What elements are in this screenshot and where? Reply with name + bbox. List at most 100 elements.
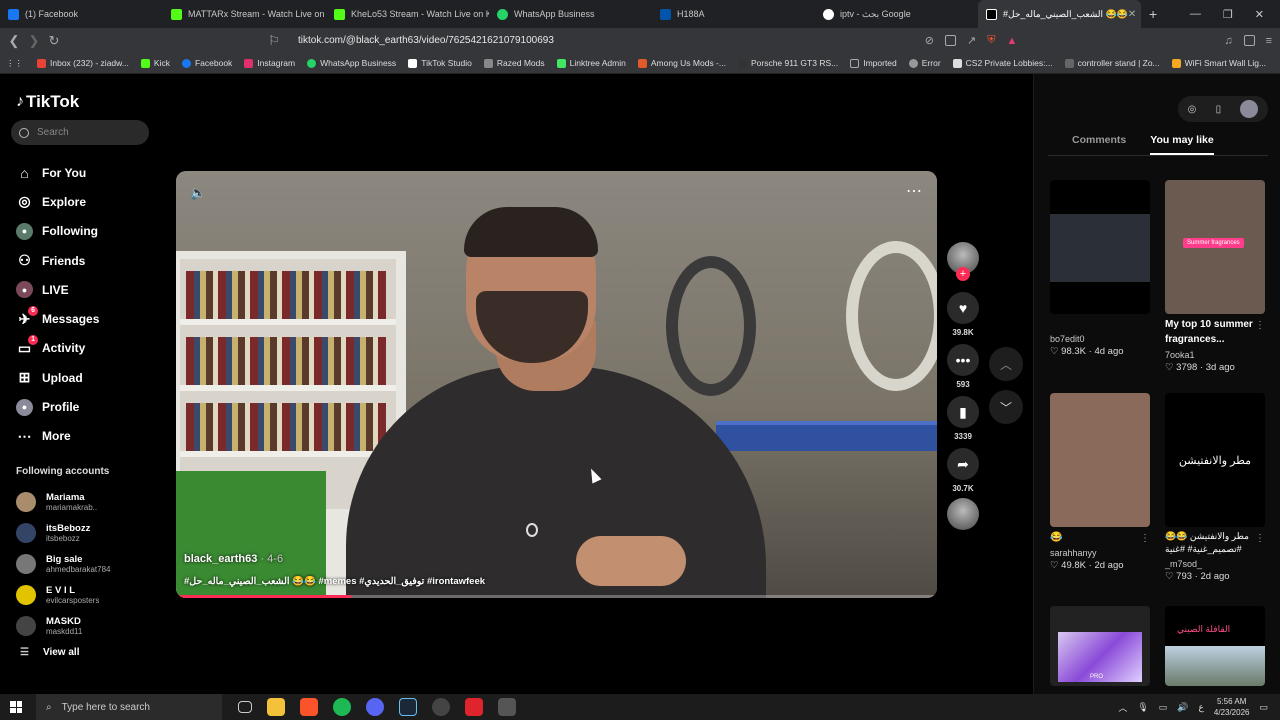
card-more-icon[interactable]: ⋮ [1140, 533, 1150, 544]
language-indicator[interactable]: ع [1199, 702, 1204, 713]
mic-icon[interactable]: 🎙 [1137, 702, 1148, 713]
bookmark-cs2[interactable]: CS2 Private Lobbies:... [952, 58, 1053, 68]
file-explorer-icon[interactable] [267, 698, 285, 716]
following-account[interactable]: E V I Levilcarsposters [16, 579, 111, 610]
bookmark-tiktok-studio[interactable]: TikTok Studio [408, 58, 472, 68]
brave-rewards-icon[interactable]: ▲ [1006, 35, 1017, 47]
app-icon[interactable] [498, 698, 516, 716]
explore-icon[interactable]: ◎ [1188, 104, 1197, 115]
nav-messages[interactable]: ✈ 6 Messages [16, 304, 99, 333]
previous-video-button[interactable]: ︿ [989, 347, 1023, 381]
notifications-icon[interactable]: ▭ [1259, 702, 1268, 713]
tab-comments[interactable]: Comments [1072, 134, 1126, 155]
system-clock[interactable]: 5:56 AM 4/23/2026 [1214, 696, 1250, 718]
search-input[interactable]: Search [11, 120, 149, 145]
nav-profile[interactable]: ● Profile [16, 392, 99, 421]
tab-facebook[interactable]: (1) Facebook [0, 0, 163, 28]
volume-icon[interactable]: 🔈 [190, 185, 206, 201]
suggested-video-card[interactable]: bo7edit0 ♡ 98.3K · 4d ago ⋮ [1050, 180, 1150, 437]
nav-activity[interactable]: ▭ 1 Activity [16, 334, 99, 363]
suggested-video-card[interactable]: 😂 sarahhanyy ♡ 49.8K · 2d ago ⋮ [1050, 393, 1150, 571]
suggested-video-card[interactable]: PRO [1050, 606, 1150, 686]
tiktok-logo[interactable]: ♪ TikTok [16, 92, 79, 112]
bookmark-linktree[interactable]: Linktree Admin [556, 58, 626, 68]
following-account[interactable]: itsBebozz itsbebozz [16, 518, 111, 549]
taskbar-search-input[interactable]: ⌕ Type here to search [36, 694, 222, 720]
app-icon[interactable] [465, 698, 483, 716]
network-icon[interactable]: ▭ [1159, 702, 1168, 713]
bookmark-whatsapp[interactable]: WhatsApp Business [307, 58, 396, 68]
bookmark-razed-mods[interactable]: Razed Mods [483, 58, 545, 68]
tab-tiktok-active[interactable]: #الشعب_الصيني_ماله_حل 😂😂 ✕ [978, 0, 1141, 28]
tab-mattarx[interactable]: MATTARx Stream - Watch Live on Kick [163, 0, 326, 28]
apps-icon[interactable]: ⋮⋮ [6, 58, 23, 69]
restore-icon[interactable]: ❐ [1223, 8, 1233, 21]
bookmark-error[interactable]: Error [908, 58, 941, 68]
bookmark-porsche[interactable]: Porsche 911 GT3 RS... [737, 58, 838, 68]
bookmark-kick[interactable]: Kick [140, 58, 170, 68]
device-icon[interactable]: ▯ [1216, 104, 1222, 115]
steam-icon[interactable] [399, 698, 417, 716]
tray-chevron-icon[interactable]: ︿ [1118, 701, 1127, 714]
creator-avatar[interactable]: + [946, 242, 980, 281]
suggested-video-card[interactable]: مطر والانفتيشن مطر والانفتيشن 😂😂 #تصميم_… [1165, 393, 1265, 582]
bookmark-gmail[interactable]: Inbox (232) - ziadw... [37, 58, 129, 68]
following-account[interactable]: Big sale ahmedbarakat784 [16, 549, 111, 580]
bookmark-wifi-light[interactable]: WiFi Smart Wall Lig... [1171, 58, 1266, 68]
video-more-icon[interactable]: ⋯ [906, 181, 923, 201]
tab-h188a[interactable]: H188A [652, 0, 815, 28]
card-more-icon[interactable]: ⋮ [1255, 320, 1265, 331]
sound-button[interactable] [946, 498, 980, 530]
share-button[interactable]: ➦ 30.7K [946, 448, 980, 493]
nav-live[interactable]: ● LIVE [16, 275, 99, 304]
back-icon[interactable]: ❮ [4, 33, 24, 49]
bookmark-among-us[interactable]: Among Us Mods -... [637, 58, 726, 68]
cast-off-icon[interactable]: ⊘ [925, 34, 934, 47]
bookmark-instagram[interactable]: Instagram [244, 58, 295, 68]
reload-icon[interactable]: ↻ [44, 33, 64, 49]
follow-plus-icon[interactable]: + [956, 267, 970, 281]
discord-icon[interactable] [366, 698, 384, 716]
like-button[interactable]: ♥ 39.8K [946, 292, 980, 337]
screenshot-icon[interactable] [944, 35, 956, 46]
menu-icon[interactable]: ≡ [1266, 35, 1272, 47]
app-icon[interactable] [432, 698, 450, 716]
nav-following[interactable]: ● Following [16, 217, 99, 246]
video-progress-bar[interactable] [176, 595, 937, 598]
close-tab-icon[interactable]: ✕ [1128, 9, 1136, 20]
next-video-button[interactable]: ﹀ [989, 390, 1023, 424]
bookmark-imported[interactable]: Imported [850, 58, 897, 68]
following-account[interactable]: Mariama mariamakrab.. [16, 487, 111, 518]
suggested-video-card[interactable]: القافلة الصيني [1165, 606, 1265, 686]
view-all-link[interactable]: ☰ View all [20, 647, 79, 658]
bookmark-page-icon[interactable]: ⚐ [264, 33, 284, 49]
spotify-icon[interactable] [333, 698, 351, 716]
bookmark-controller-stand[interactable]: controller stand | Zo... [1064, 58, 1160, 68]
tab-whatsapp[interactable]: WhatsApp Business [489, 0, 652, 28]
brave-browser-icon[interactable] [300, 698, 318, 716]
forward-icon[interactable]: ❯ [24, 33, 44, 49]
save-button[interactable]: ▮ 3339 [946, 396, 980, 441]
brave-shield-icon[interactable]: ⛨ [987, 34, 995, 47]
tab-khelo[interactable]: KheLo53 Stream - Watch Live on Kick [326, 0, 489, 28]
user-avatar[interactable] [1240, 100, 1259, 118]
nav-upload[interactable]: ⊞ Upload [16, 363, 99, 392]
share-icon[interactable]: ↗ [967, 34, 976, 47]
video-author[interactable]: black_earth63 · 4-6 [184, 553, 283, 565]
new-tab-button[interactable]: + [1141, 6, 1165, 22]
bookmark-facebook[interactable]: Facebook [181, 58, 232, 68]
comment-button[interactable]: ••• 593 [946, 344, 980, 389]
tab-google[interactable]: iptv - بحث Google [815, 0, 978, 28]
video-player[interactable]: 🔈 ⋯ black_earth63 · 4-6 #الشعب_الصيني_ما… [176, 171, 937, 598]
sidebar-toggle-icon[interactable] [1243, 35, 1255, 46]
speaker-icon[interactable]: 🔊 [1177, 702, 1188, 713]
media-icon[interactable]: ♫ [1224, 35, 1232, 47]
close-window-icon[interactable]: ✕ [1255, 8, 1264, 21]
following-account[interactable]: MASKD maskdd11 [16, 610, 111, 641]
nav-more[interactable]: ⋯ More [16, 422, 99, 451]
nav-explore[interactable]: ◎ Explore [16, 187, 99, 216]
minimize-icon[interactable]: — [1190, 8, 1201, 21]
card-more-icon[interactable]: ⋮ [1255, 533, 1265, 544]
suggested-video-card[interactable]: Summer fragrances My top 10 summer fragr… [1165, 180, 1265, 373]
nav-friends[interactable]: ⚇ Friends [16, 246, 99, 275]
